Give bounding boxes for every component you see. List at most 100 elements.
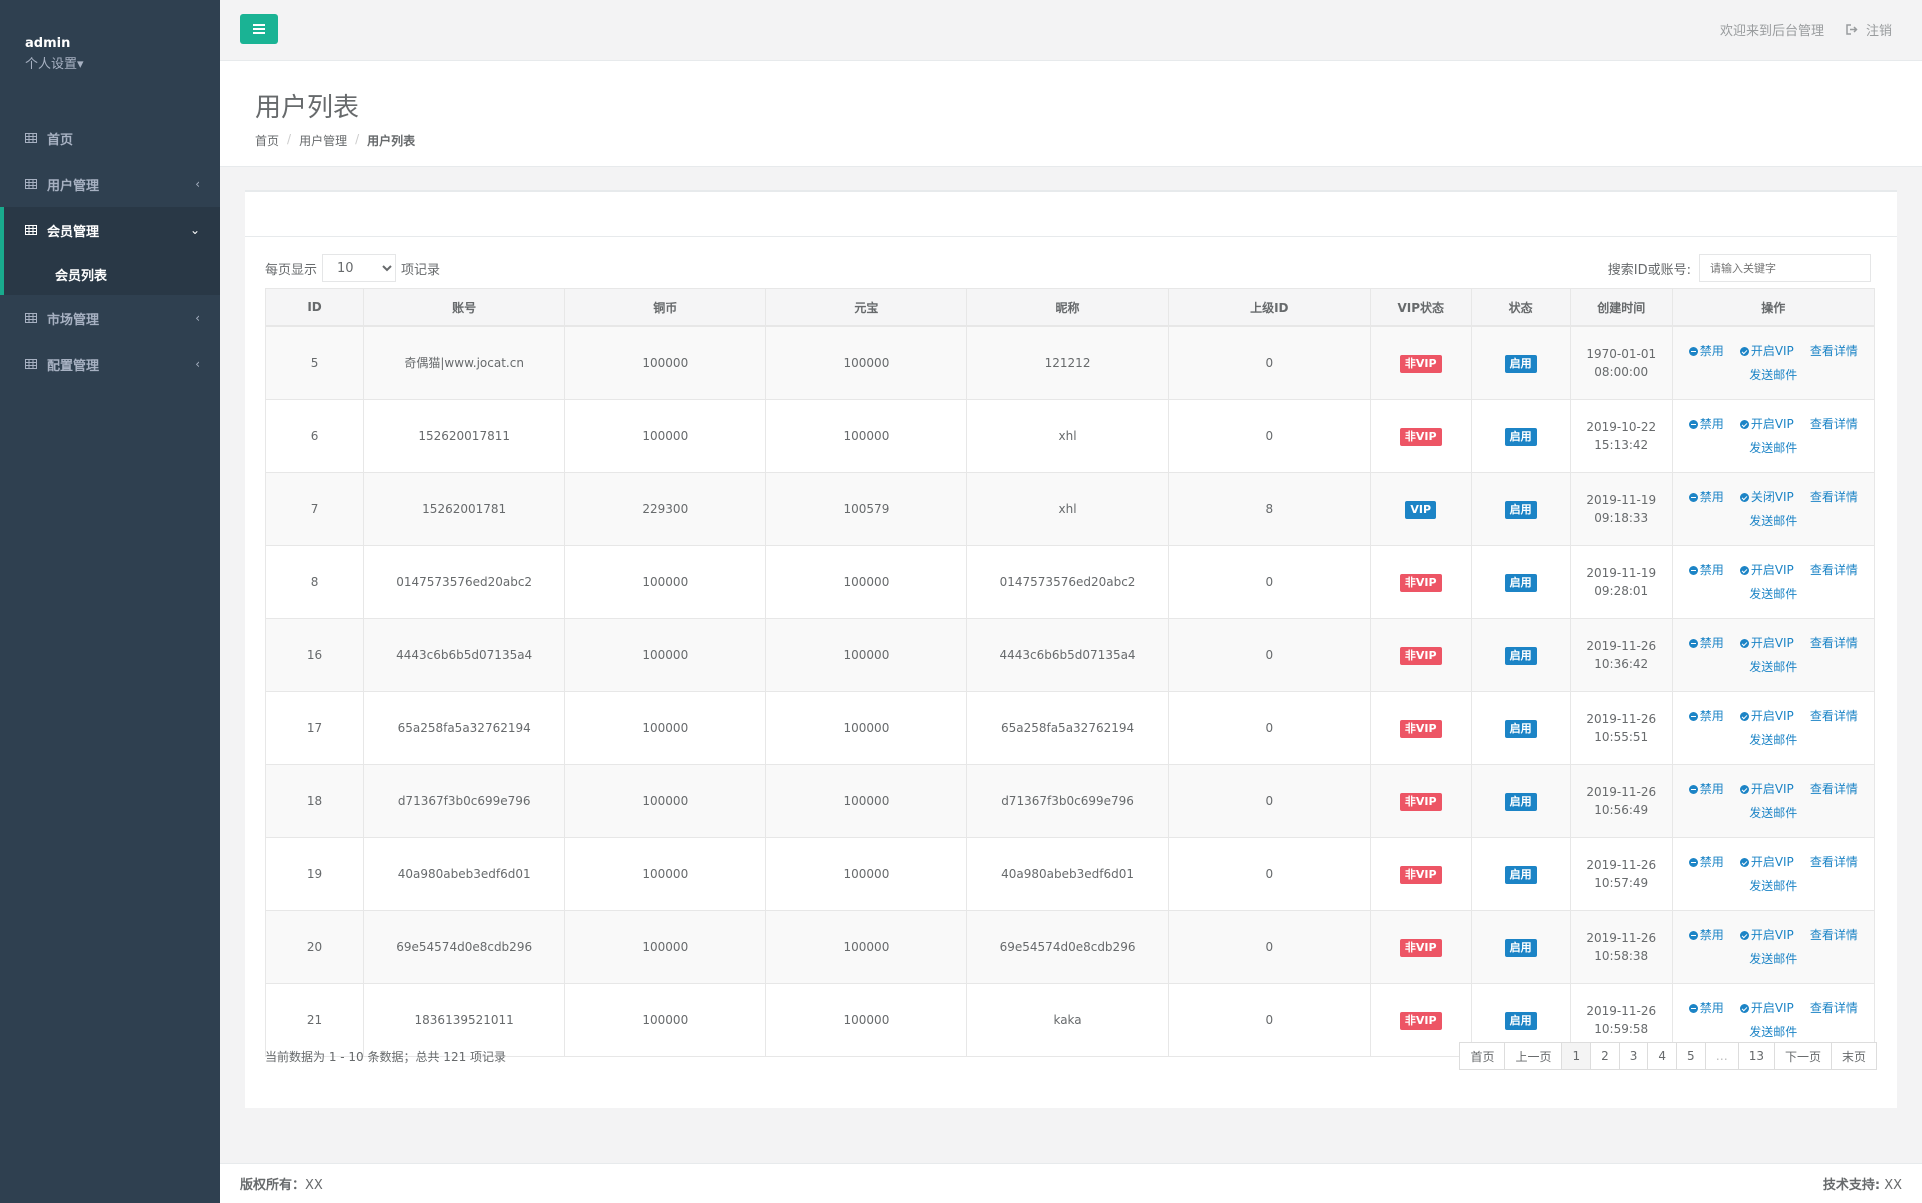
send-mail-link[interactable]: 发送邮件 xyxy=(1749,512,1797,530)
search-input[interactable] xyxy=(1699,254,1871,282)
column-header[interactable]: 状态 xyxy=(1470,288,1571,327)
ban-link[interactable]: 禁用 xyxy=(1688,707,1724,725)
row-actions-primary: 禁用 开启VIP 查看详情 xyxy=(1688,853,1858,871)
column-header[interactable]: 元宝 xyxy=(765,288,968,327)
ban-link[interactable]: 禁用 xyxy=(1688,780,1724,798)
vip-toggle-link[interactable]: 开启VIP xyxy=(1739,780,1794,798)
page-length-select[interactable]: 10 xyxy=(322,254,397,282)
cell-account: 1836139521011 xyxy=(363,983,566,1057)
view-details-link[interactable]: 查看详情 xyxy=(1810,561,1858,579)
view-details-link[interactable]: 查看详情 xyxy=(1810,926,1858,944)
view-details-link[interactable]: 查看详情 xyxy=(1810,999,1858,1017)
cell-id: 6 xyxy=(264,399,365,473)
cell-status: 启用 xyxy=(1470,764,1571,838)
check-circle-icon xyxy=(1739,931,1749,940)
send-mail-link[interactable]: 发送邮件 xyxy=(1749,439,1797,457)
column-header[interactable]: ID xyxy=(264,288,365,327)
ban-link[interactable]: 禁用 xyxy=(1688,415,1724,433)
table-row: 19 40a980abeb3edf6d01 100000 100000 40a980ab… xyxy=(264,837,1876,911)
page-button[interactable]: 4 xyxy=(1647,1042,1678,1070)
vip-toggle-link[interactable]: 开启VIP xyxy=(1739,926,1794,944)
cell-status: 启用 xyxy=(1470,691,1571,765)
breadcrumb-user-management[interactable]: 用户管理 xyxy=(299,132,347,149)
cell-created: 2019-11-26 10:57:49 xyxy=(1569,837,1673,911)
view-details-link[interactable]: 查看详情 xyxy=(1810,707,1858,725)
page-button[interactable]: 首页 xyxy=(1459,1042,1506,1070)
minus-circle-icon xyxy=(1688,347,1698,356)
ban-label: 禁用 xyxy=(1699,417,1724,431)
sidebar-subitem-member-list[interactable]: 会员列表 xyxy=(4,253,220,295)
sidebar-item-user-management[interactable]: 用户管理 ‹ xyxy=(0,161,220,207)
vip-toggle-link[interactable]: 关闭VIP xyxy=(1739,488,1794,506)
vip-toggle-link[interactable]: 开启VIP xyxy=(1739,415,1794,433)
check-circle-icon xyxy=(1739,566,1749,575)
page-button[interactable]: 末页 xyxy=(1830,1042,1877,1070)
ban-link[interactable]: 禁用 xyxy=(1688,634,1724,652)
view-details-link[interactable]: 查看详情 xyxy=(1810,342,1858,360)
view-details-link[interactable]: 查看详情 xyxy=(1810,415,1858,433)
profile-settings-toggle[interactable]: 个人设置▾ xyxy=(25,53,195,72)
cell-vip: 非VIP xyxy=(1369,983,1472,1057)
minus-circle-icon xyxy=(1688,931,1698,940)
column-header[interactable]: 账号 xyxy=(363,288,566,327)
status-badge: 启用 xyxy=(1504,354,1537,373)
page-button[interactable]: 上一页 xyxy=(1504,1042,1563,1070)
menu-toggle-button[interactable] xyxy=(240,14,278,44)
vip-toggle-label: 开启VIP xyxy=(1750,344,1794,358)
column-header[interactable]: 铜币 xyxy=(564,288,767,327)
page-button[interactable]: 2 xyxy=(1590,1042,1620,1070)
vip-toggle-link[interactable]: 开启VIP xyxy=(1739,342,1794,360)
sidebar-item-home[interactable]: 首页 xyxy=(0,115,220,161)
page-button[interactable]: 5 xyxy=(1676,1042,1706,1070)
send-mail-link[interactable]: 发送邮件 xyxy=(1749,1023,1797,1041)
column-header[interactable]: VIP状态 xyxy=(1369,288,1472,327)
created-date: 2019-11-19 xyxy=(1586,566,1657,580)
column-header[interactable]: 昵称 xyxy=(966,288,1169,327)
sidebar-item-config-management[interactable]: 配置管理 ‹ xyxy=(0,341,220,387)
vip-toggle-link[interactable]: 开启VIP xyxy=(1739,561,1794,579)
send-mail-link[interactable]: 发送邮件 xyxy=(1749,950,1797,968)
send-mail-link[interactable]: 发送邮件 xyxy=(1749,877,1797,895)
created-time: 08:00:00 xyxy=(1594,365,1649,379)
row-actions: 禁用 开启VIP 查看详情 发送邮件 xyxy=(1674,634,1873,676)
send-mail-link[interactable]: 发送邮件 xyxy=(1749,658,1797,676)
vip-toggle-link[interactable]: 开启VIP xyxy=(1739,999,1794,1017)
page-button[interactable]: 3 xyxy=(1618,1042,1649,1070)
ban-link[interactable]: 禁用 xyxy=(1688,342,1724,360)
page-button[interactable]: 下一页 xyxy=(1773,1042,1832,1070)
column-header[interactable]: 上级ID xyxy=(1167,288,1371,327)
send-mail-link[interactable]: 发送邮件 xyxy=(1749,585,1797,603)
ban-link[interactable]: 禁用 xyxy=(1688,853,1724,871)
row-actions-primary: 禁用 开启VIP 查看详情 xyxy=(1688,342,1858,360)
send-mail-link[interactable]: 发送邮件 xyxy=(1749,731,1797,749)
breadcrumb-home[interactable]: 首页 xyxy=(255,132,279,149)
view-details-link[interactable]: 查看详情 xyxy=(1810,780,1858,798)
page-button[interactable]: 13 xyxy=(1737,1042,1775,1070)
cell-created: 2019-10-22 15:13:42 xyxy=(1569,399,1673,473)
cell-vip: 非VIP xyxy=(1369,691,1472,765)
logout-label: 注销 xyxy=(1865,24,1892,39)
minus-circle-icon xyxy=(1688,639,1698,648)
ban-link[interactable]: 禁用 xyxy=(1688,926,1724,944)
sidebar-item-market-management[interactable]: 市场管理 ‹ xyxy=(0,295,220,341)
view-details-link[interactable]: 查看详情 xyxy=(1810,853,1858,871)
column-header[interactable]: 创建时间 xyxy=(1569,288,1673,327)
view-details-link[interactable]: 查看详情 xyxy=(1810,488,1858,506)
vip-toggle-link[interactable]: 开启VIP xyxy=(1739,707,1794,725)
minus-circle-icon xyxy=(1688,858,1698,867)
ban-link[interactable]: 禁用 xyxy=(1688,561,1724,579)
table-icon xyxy=(25,359,37,369)
logout-button[interactable]: 注销 xyxy=(1846,20,1892,39)
ban-link[interactable]: 禁用 xyxy=(1688,488,1724,506)
sidebar-item-member-management[interactable]: 会员管理 ⌄ xyxy=(0,207,220,253)
send-mail-link[interactable]: 发送邮件 xyxy=(1749,366,1797,384)
cell-nick: 4443c6b6b5d07135a4 xyxy=(966,618,1169,692)
content-box: 每页显示 10 项记录 搜索ID或账号: ID 账号 铜币 元宝 昵称 上级ID… xyxy=(245,190,1897,1108)
vip-toggle-link[interactable]: 开启VIP xyxy=(1739,634,1794,652)
vip-toggle-link[interactable]: 开启VIP xyxy=(1739,853,1794,871)
view-details-link[interactable]: 查看详情 xyxy=(1810,634,1858,652)
page-button[interactable]: 1 xyxy=(1561,1042,1592,1070)
row-actions-primary: 禁用 关闭VIP 查看详情 xyxy=(1688,488,1858,506)
send-mail-link[interactable]: 发送邮件 xyxy=(1749,804,1797,822)
ban-link[interactable]: 禁用 xyxy=(1688,999,1724,1017)
